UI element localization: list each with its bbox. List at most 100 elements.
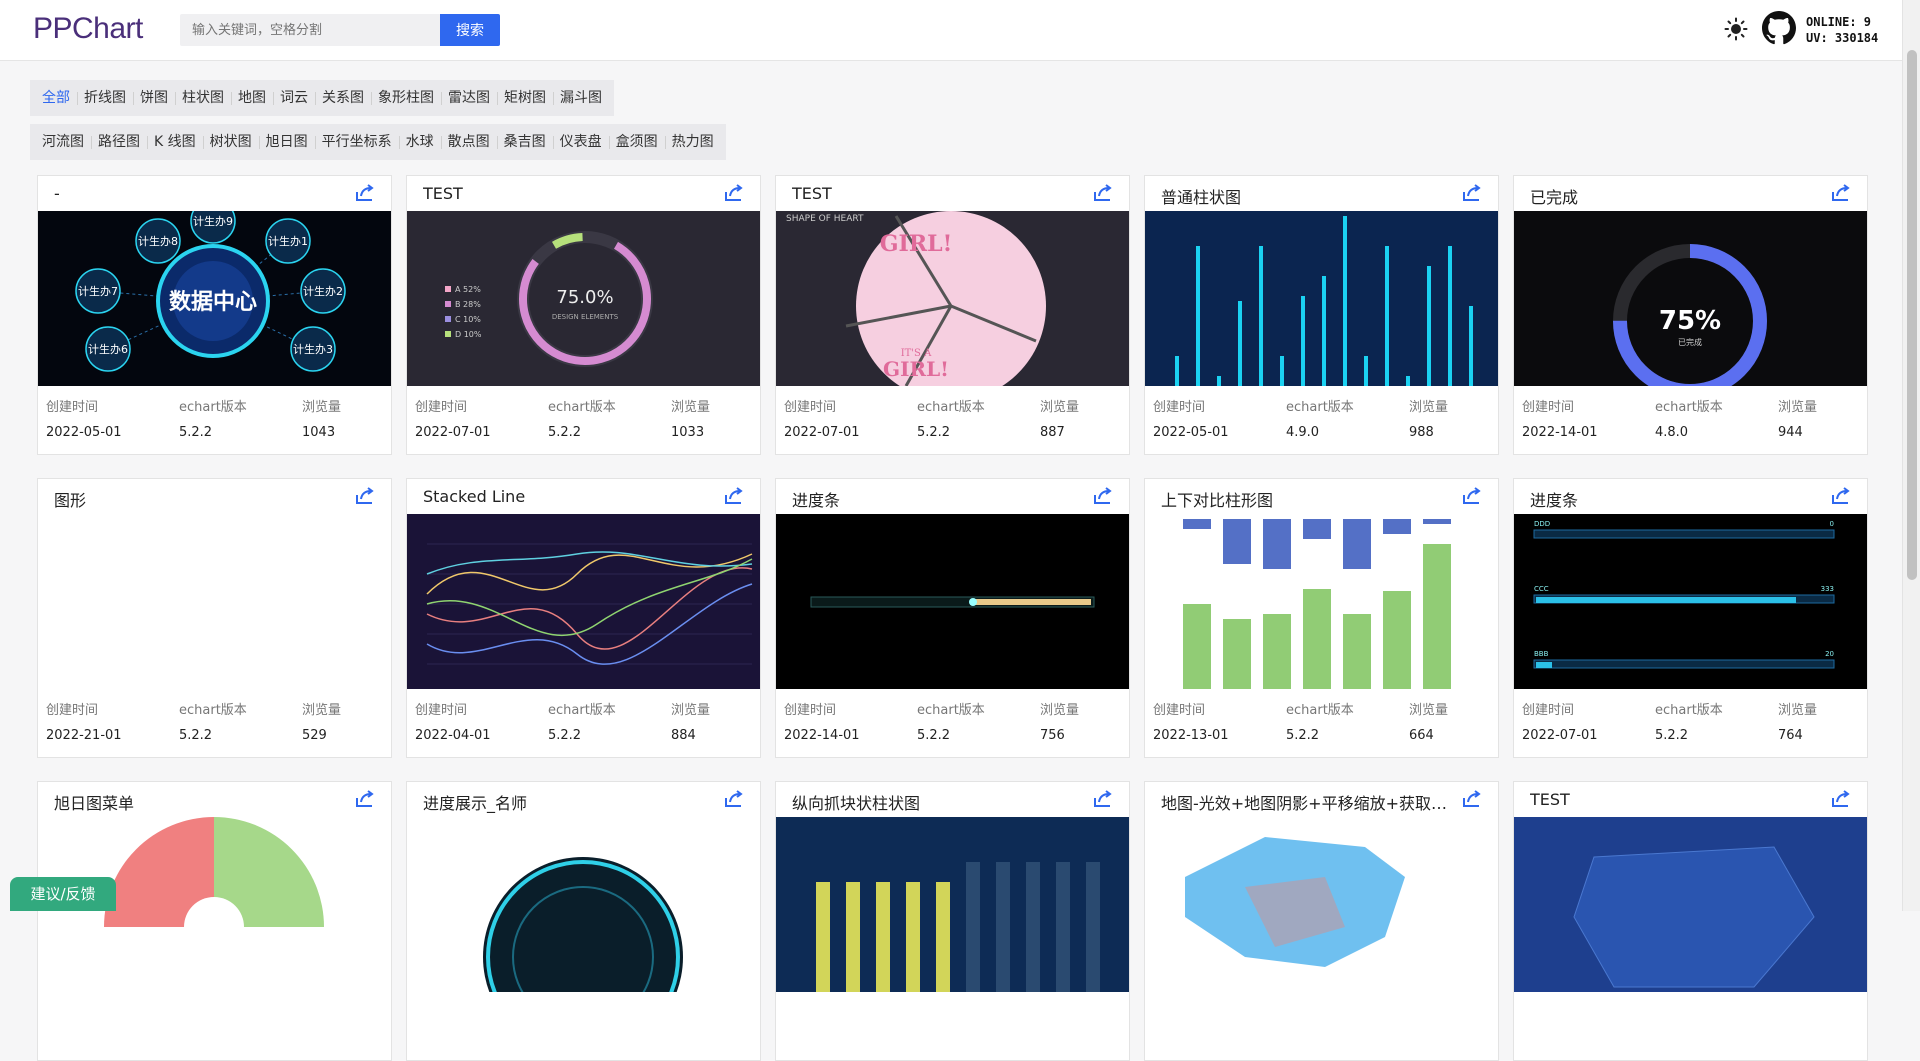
chart-thumbnail[interactable]: DDD 0 CCC 333 BBB 20: [1514, 514, 1867, 689]
card-title[interactable]: 普通柱状图: [1161, 184, 1241, 208]
filter-tag[interactable]: 旭日图: [258, 124, 315, 160]
hub-node-label: 计生办3: [293, 342, 333, 356]
share-icon[interactable]: [1831, 184, 1851, 202]
card-title[interactable]: Stacked Line: [423, 487, 525, 506]
chart-card[interactable]: 已完成 75% 已完成 创建时间 2022-14-01 echart版本 4.8.0…: [1513, 175, 1868, 455]
chart-card[interactable]: TEST 75.0% DESIGN ELEMENTS A 52% B 28% C 1…: [406, 175, 761, 455]
chart-card[interactable]: 进度展示_名师: [406, 781, 761, 1061]
share-icon[interactable]: [355, 184, 375, 202]
chart-thumbnail[interactable]: SHAPE OF HEART GIRL! IT'S A GIRL!: [776, 211, 1129, 386]
share-icon[interactable]: [1831, 790, 1851, 808]
hub-node-label: 计生办9: [193, 214, 233, 228]
hub-center-label: 数据中心: [169, 289, 257, 315]
chart-card[interactable]: 图形 创建时间 2022-21-01 echart版本 5.2.2 浏览量 529: [37, 478, 392, 758]
filter-tag[interactable]: 地图: [231, 80, 273, 116]
filter-tag[interactable]: 平行坐标系: [314, 124, 399, 160]
chart-card[interactable]: TEST SHAPE OF HEART GIRL! IT'S A GIRL! 创…: [775, 175, 1130, 455]
card-title[interactable]: 进度条: [1530, 487, 1578, 511]
chart-thumbnail[interactable]: [1145, 211, 1498, 386]
chart-card[interactable]: 纵向抓块状柱状图: [775, 781, 1130, 1061]
card-title[interactable]: TEST: [1530, 790, 1570, 809]
card-title[interactable]: 图形: [54, 487, 86, 511]
share-icon[interactable]: [1462, 487, 1482, 505]
filter-tag[interactable]: 树状图: [202, 124, 259, 160]
filter-tag[interactable]: 仪表盘: [552, 124, 609, 160]
filter-tag[interactable]: 词云: [273, 80, 315, 116]
chart-thumbnail[interactable]: [1145, 514, 1498, 689]
card-title[interactable]: 已完成: [1530, 184, 1578, 208]
filter-tag[interactable]: 饼图: [133, 80, 175, 116]
search-input[interactable]: [180, 14, 440, 46]
chart-card[interactable]: 旭日图菜单: [37, 781, 392, 1061]
card-title[interactable]: 进度条: [792, 487, 840, 511]
chart-card[interactable]: - 数据中心 计生办9 计生办8 计生办1 计生办7 计生办2 计生办6 计生办3 创建时间 2…: [37, 175, 392, 455]
filter-tag[interactable]: 矩树图: [497, 80, 553, 116]
filter-tag[interactable]: 路径图: [91, 124, 147, 160]
created-col: 创建时间 2022-05-01: [46, 396, 122, 440]
chart-thumbnail[interactable]: [1514, 817, 1867, 992]
card-title[interactable]: 纵向抓块状柱状图: [792, 790, 920, 814]
chart-thumbnail[interactable]: [776, 817, 1129, 992]
share-icon[interactable]: [1462, 790, 1482, 808]
chart-card[interactable]: 普通柱状图 创建时间 2022-05-01 echart版本 4.9.0 浏览量 98…: [1144, 175, 1499, 455]
chart-thumbnail[interactable]: [38, 514, 391, 689]
chart-card[interactable]: 地图-光效+地图阴影+平移缩放+获取坐…: [1144, 781, 1499, 1061]
filter-tag[interactable]: K 线图: [147, 124, 203, 160]
search-button[interactable]: 搜索: [440, 14, 500, 46]
scrollbar-thumb[interactable]: [1907, 50, 1917, 580]
share-icon[interactable]: [1093, 184, 1113, 202]
version-value: 5.2.2: [917, 425, 951, 440]
filter-tag[interactable]: 关系图: [315, 80, 371, 116]
created-label: 创建时间: [784, 703, 837, 718]
filter-tag[interactable]: 漏斗图: [553, 80, 609, 116]
chart-thumbnail[interactable]: [407, 817, 760, 992]
filter-tag[interactable]: 河流图: [35, 124, 91, 160]
chart-card[interactable]: 进度条 DDD 0 CCC 333 BBB 20 创建时间 2022-07-01 echar…: [1513, 478, 1868, 758]
filter-tag[interactable]: 折线图: [77, 80, 133, 116]
share-icon[interactable]: [1831, 487, 1851, 505]
chart-thumbnail[interactable]: 75.0% DESIGN ELEMENTS A 52% B 28% C 10% D 1…: [407, 211, 760, 386]
card-title[interactable]: 进度展示_名师: [423, 790, 527, 814]
github-icon[interactable]: [1762, 11, 1796, 45]
theme-toggle-sun-icon[interactable]: [1724, 17, 1748, 41]
created-value: 2022-13-01: [1153, 728, 1229, 743]
chart-thumbnail[interactable]: [1145, 817, 1498, 992]
share-icon[interactable]: [1093, 487, 1113, 505]
card-title[interactable]: 上下对比柱形图: [1161, 487, 1273, 511]
card-title[interactable]: TEST: [792, 184, 832, 203]
share-icon[interactable]: [1462, 184, 1482, 202]
feedback-button[interactable]: 建议/反馈: [10, 877, 116, 911]
hbar-label: CCC: [1534, 585, 1549, 593]
filter-tag[interactable]: 桑吉图: [496, 124, 553, 160]
chart-card[interactable]: 上下对比柱形图 创建时间 2022-13-01 echart版本 5.2.2 浏览量…: [1144, 478, 1499, 758]
chart-card[interactable]: 进度条 创建时间 2022-14-01 echart版本 5.2.2 浏览量 756: [775, 478, 1130, 758]
chart-card[interactable]: TEST: [1513, 781, 1868, 1061]
share-icon[interactable]: [724, 487, 744, 505]
uv-count: UV: 330184: [1806, 31, 1879, 45]
chart-card[interactable]: Stacked Line 创建时间 2022-04-01 echart版本 5.2.…: [406, 478, 761, 758]
filter-tag[interactable]: 雷达图: [441, 80, 497, 116]
filter-tag[interactable]: 全部: [35, 80, 77, 116]
chart-thumbnail[interactable]: [407, 514, 760, 689]
card-title[interactable]: -: [54, 184, 60, 203]
chart-thumbnail[interactable]: 数据中心 计生办9 计生办8 计生办1 计生办7 计生办2 计生办6 计生办3: [38, 211, 391, 386]
version-label: echart版本: [548, 703, 616, 718]
card-title[interactable]: TEST: [423, 184, 463, 203]
page-scrollbar[interactable]: [1902, 0, 1920, 911]
site-logo[interactable]: PPChart: [33, 12, 143, 46]
filter-tag[interactable]: 水球: [398, 124, 441, 160]
card-title[interactable]: 地图-光效+地图阴影+平移缩放+获取坐…: [1161, 790, 1451, 814]
chart-thumbnail[interactable]: 75% 已完成: [1514, 211, 1867, 386]
share-icon[interactable]: [355, 487, 375, 505]
filter-tag[interactable]: 盒须图: [608, 124, 665, 160]
card-title[interactable]: 旭日图菜单: [54, 790, 134, 814]
share-icon[interactable]: [1093, 790, 1113, 808]
share-icon[interactable]: [355, 790, 375, 808]
chart-thumbnail[interactable]: [776, 514, 1129, 689]
share-icon[interactable]: [724, 184, 744, 202]
share-icon[interactable]: [724, 790, 744, 808]
filter-tag[interactable]: 热力图: [664, 124, 721, 160]
filter-tag[interactable]: 柱状图: [175, 80, 231, 116]
filter-tag[interactable]: 象形柱图: [371, 80, 441, 116]
filter-tag[interactable]: 散点图: [440, 124, 497, 160]
